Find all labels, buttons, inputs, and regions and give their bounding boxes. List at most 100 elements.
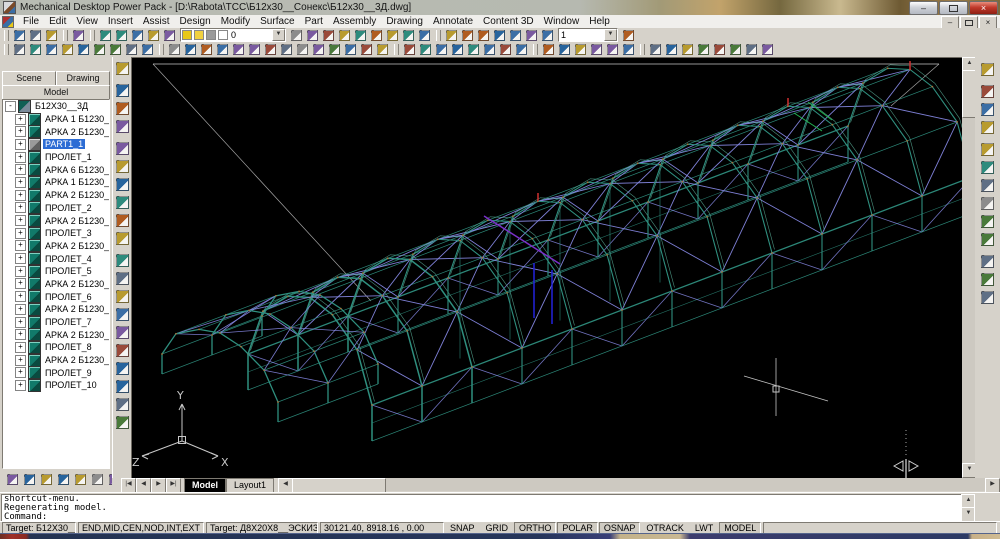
tree-item[interactable]: +АРКА 2 Б1230_8 — [3, 328, 109, 341]
tab-layout1[interactable]: Layout1 — [226, 478, 274, 492]
tree-item[interactable]: +ПРОЛЕТ_10 — [3, 379, 109, 392]
tree-item[interactable]: +АРКА 1 Б1230_2 — [3, 176, 109, 189]
text-style-icon[interactable] — [450, 42, 465, 57]
fog-icon[interactable] — [979, 231, 996, 248]
menu-part[interactable]: Part — [300, 16, 328, 27]
zoom-extents-icon[interactable] — [589, 42, 604, 57]
append-sketch-icon[interactable] — [114, 176, 131, 193]
part-lock-icon[interactable] — [55, 471, 71, 487]
menu-assist[interactable]: Assist — [138, 16, 175, 27]
pattern-icon[interactable] — [728, 42, 743, 57]
toolbar-grip[interactable] — [4, 44, 9, 55]
distant-light-icon[interactable] — [540, 28, 555, 43]
tree-expander-icon[interactable]: + — [15, 240, 26, 251]
toolbar-grip[interactable] — [159, 44, 164, 55]
tree-item[interactable]: +ПРОЛЕТ_1 — [3, 151, 109, 164]
camera-icon[interactable] — [524, 28, 539, 43]
tree-item[interactable]: +АРКА 1 Б1230_1 — [3, 113, 109, 126]
close-button[interactable]: × — [969, 1, 998, 15]
arc-icon[interactable] — [44, 42, 59, 57]
tree-expander-icon[interactable]: + — [15, 190, 26, 201]
mtext-icon[interactable] — [418, 42, 433, 57]
chamfer-icon[interactable] — [327, 42, 342, 57]
tree-item[interactable]: +АРКА 2 Б1230_9 — [3, 354, 109, 367]
tree-item[interactable]: -Б12X30__3Д — [3, 100, 109, 113]
menu-surface[interactable]: Surface — [255, 16, 299, 27]
tree-expander-icon[interactable]: + — [15, 304, 26, 315]
render-statistics-icon[interactable] — [979, 289, 996, 306]
add-constraint-icon[interactable] — [114, 212, 131, 229]
tree-expander-icon[interactable]: + — [15, 177, 26, 188]
tab-next-icon[interactable]: ▶ — [151, 478, 166, 493]
tree-expander-icon[interactable]: + — [15, 278, 26, 289]
save-icon[interactable] — [44, 28, 59, 43]
tree-item[interactable]: +ПРОЛЕТ_5 — [3, 265, 109, 278]
tree-item[interactable]: +ПРОЛЕТ_3 — [3, 227, 109, 240]
hole-feature-icon[interactable] — [114, 324, 131, 341]
menu-design[interactable]: Design — [175, 16, 216, 27]
deselect-all-icon[interactable] — [114, 82, 131, 99]
tree-item[interactable]: +PART1_1 — [3, 138, 109, 151]
spline-icon[interactable] — [60, 42, 75, 57]
scene-new-icon[interactable] — [38, 471, 54, 487]
shade-icon[interactable] — [605, 42, 620, 57]
landscape-edit-icon[interactable] — [979, 271, 996, 288]
tree-expander-icon[interactable]: + — [15, 266, 26, 277]
select-objects-icon[interactable] — [114, 60, 131, 77]
dropdown-arrow-icon[interactable]: ▼ — [604, 29, 617, 41]
block-icon[interactable] — [498, 42, 513, 57]
toolbar-layouts-icon[interactable] — [621, 28, 636, 43]
tree-expander-icon[interactable]: + — [15, 342, 26, 353]
chamfer-feature-icon[interactable] — [114, 360, 131, 377]
tab-first-icon[interactable]: |◀ — [121, 478, 136, 493]
model-header[interactable]: Model — [2, 85, 110, 100]
break-icon[interactable] — [311, 42, 326, 57]
tree-expander-icon[interactable]: + — [15, 380, 26, 391]
work-plane-icon[interactable] — [114, 396, 131, 413]
tab-drawing[interactable]: Drawing — [56, 71, 110, 86]
loft-feature-icon[interactable] — [114, 306, 131, 323]
work-plane-icon[interactable] — [744, 42, 759, 57]
erase-icon[interactable] — [167, 42, 182, 57]
tree-item[interactable]: +АРКА 2 Б1230_6 — [3, 278, 109, 291]
show-constraints-icon[interactable] — [114, 194, 131, 211]
toolbar-grip[interactable] — [63, 30, 68, 41]
tab-scene[interactable]: Scene — [2, 71, 56, 86]
properties-icon[interactable] — [375, 42, 390, 57]
menu-modify[interactable]: Modify — [216, 16, 255, 27]
profile-icon[interactable] — [321, 28, 336, 43]
sketch-new-icon[interactable] — [114, 140, 131, 157]
regen-icon[interactable] — [557, 42, 572, 57]
tree-expander-icon[interactable]: + — [15, 139, 26, 150]
tree-expander-icon[interactable]: + — [15, 291, 26, 302]
redraw-icon[interactable] — [541, 42, 556, 57]
tree-item[interactable]: +ПРОЛЕТ_8 — [3, 341, 109, 354]
snap-from-icon[interactable] — [114, 100, 131, 117]
minimize-button[interactable]: – — [909, 1, 938, 15]
tree-expander-icon[interactable]: + — [15, 228, 26, 239]
materials-library-icon[interactable] — [979, 177, 996, 194]
menu-annotate[interactable]: Annotate — [428, 16, 478, 27]
tree-item[interactable]: +АРКА 6 Б1230_1 — [3, 163, 109, 176]
dimension-2d-icon[interactable] — [337, 28, 352, 43]
new-part-icon[interactable] — [648, 42, 663, 57]
shell-feature-icon[interactable] — [114, 378, 131, 395]
menu-content-3d[interactable]: Content 3D — [478, 16, 539, 27]
menu-window[interactable]: Window — [539, 16, 585, 27]
dimension-style-icon[interactable] — [466, 42, 481, 57]
explode-icon[interactable] — [359, 42, 374, 57]
tree-expander-icon[interactable]: + — [15, 317, 26, 328]
selection-filter-icon[interactable] — [114, 118, 131, 135]
combine-icon[interactable] — [712, 42, 727, 57]
layer-lock-icon[interactable] — [206, 30, 216, 40]
view-next-icon[interactable] — [460, 28, 475, 43]
tree-item[interactable]: +ПРОЛЕТ_6 — [3, 290, 109, 303]
print-icon[interactable] — [162, 28, 177, 43]
menu-assembly[interactable]: Assembly — [328, 16, 381, 27]
pencil-edit-icon[interactable] — [401, 28, 416, 43]
tree-expander-icon[interactable]: + — [15, 355, 26, 366]
zoom-all-icon[interactable] — [573, 42, 588, 57]
landscape-new-icon[interactable] — [979, 253, 996, 270]
match-properties-icon[interactable] — [146, 28, 161, 43]
line-icon[interactable] — [12, 42, 27, 57]
